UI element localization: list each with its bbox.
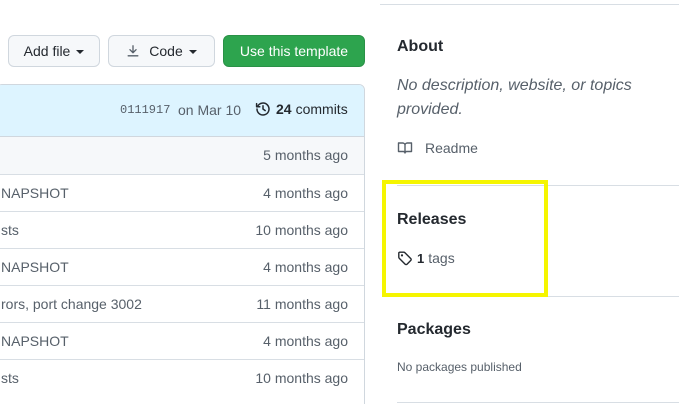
- commit-sha-link[interactable]: 0111917: [120, 103, 170, 117]
- file-commit-message[interactable]: sts: [1, 370, 19, 386]
- readme-link[interactable]: Readme: [397, 140, 478, 156]
- file-commit-age: 11 months ago: [256, 296, 348, 312]
- caret-down-icon: [76, 50, 85, 54]
- readme-label: Readme: [425, 140, 478, 156]
- file-commit-age: 4 months ago: [263, 185, 348, 201]
- commits-link[interactable]: 24 commits: [255, 101, 348, 117]
- file-commit-message[interactable]: rors, port change 3002: [1, 296, 142, 312]
- file-row[interactable]: rors, port change 3002 11 months ago: [0, 285, 364, 322]
- book-icon: [397, 142, 413, 154]
- file-row[interactable]: 5 months ago: [0, 137, 364, 174]
- top-divider: [380, 0, 679, 5]
- file-commit-age: 10 months ago: [255, 370, 348, 386]
- file-row[interactable]: NAPSHOT 4 months ago: [0, 248, 364, 285]
- add-file-button[interactable]: Add file: [8, 35, 100, 67]
- file-commit-age: 10 months ago: [255, 222, 348, 238]
- packages-empty-text: No packages published: [397, 360, 522, 374]
- packages-heading[interactable]: Packages: [397, 321, 471, 339]
- file-commit-message[interactable]: sts: [1, 222, 19, 238]
- use-template-label: Use this template: [239, 43, 349, 59]
- caret-down-icon: [188, 50, 197, 54]
- file-row[interactable]: NAPSHOT 4 months ago: [0, 174, 364, 211]
- section-divider: [397, 402, 679, 403]
- file-commit-message[interactable]: NAPSHOT: [1, 259, 69, 275]
- history-icon: [255, 102, 270, 116]
- latest-commit-bar: 0111917 on Mar 10 24 commits: [0, 85, 364, 137]
- download-icon: [127, 45, 139, 57]
- file-commit-age: 5 months ago: [263, 147, 348, 163]
- code-label: Code: [149, 43, 183, 59]
- code-button[interactable]: Code: [108, 35, 215, 67]
- file-row[interactable]: sts 10 months ago: [0, 359, 364, 396]
- about-description: No description, website, or topics provi…: [397, 77, 632, 118]
- file-row[interactable]: NAPSHOT 4 months ago: [0, 322, 364, 359]
- about-heading: About: [397, 38, 444, 55]
- file-commit-age: 4 months ago: [263, 333, 348, 349]
- file-commit-message[interactable]: NAPSHOT: [1, 185, 69, 201]
- commits-label: commits: [295, 101, 348, 117]
- file-list: 0111917 on Mar 10 24 commits 5 months ag…: [0, 84, 365, 404]
- use-template-button[interactable]: Use this template: [223, 35, 365, 67]
- commit-count: 24: [276, 101, 292, 117]
- commit-date: on Mar 10: [178, 102, 242, 118]
- file-row[interactable]: sts 10 months ago: [0, 211, 364, 248]
- file-commit-age: 4 months ago: [263, 259, 348, 275]
- file-commit-message[interactable]: NAPSHOT: [1, 333, 69, 349]
- add-file-label: Add file: [23, 43, 71, 59]
- releases-highlight-box: [382, 180, 548, 297]
